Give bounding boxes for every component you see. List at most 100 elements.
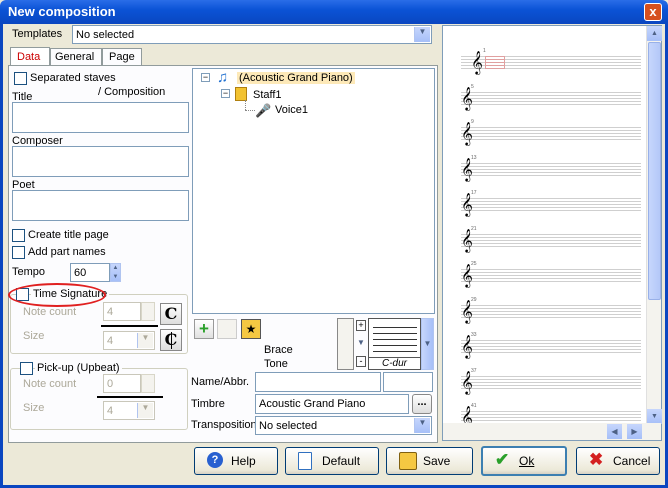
preview-system: 𝄞 5	[443, 84, 643, 114]
preview-system: 𝄞 37	[443, 368, 643, 398]
staff-line	[461, 207, 641, 208]
palette-icon[interactable]: ★	[241, 319, 261, 339]
measure-number: 21	[471, 225, 477, 232]
staff-line	[461, 304, 641, 306]
add-part-names-checkbox[interactable]	[12, 246, 25, 259]
tab-general[interactable]: General	[50, 48, 102, 65]
staff-line	[461, 378, 641, 380]
composer-field[interactable]	[12, 146, 189, 177]
expand-icon[interactable]: −	[221, 89, 230, 98]
note-count-spinner[interactable]	[141, 302, 155, 321]
staff-line	[373, 345, 417, 346]
staff-line	[461, 242, 641, 244]
note-count-field[interactable]: 4	[103, 302, 141, 321]
staff-line	[461, 313, 641, 315]
cancel-button[interactable]: ✖ Cancel	[576, 447, 660, 475]
tab-data[interactable]: Data	[10, 47, 50, 66]
tab-page[interactable]: Page	[102, 48, 142, 65]
staff-line	[461, 414, 641, 415]
scroll-left-icon[interactable]: ◀	[607, 424, 622, 439]
ok-button[interactable]: ✔ Ok	[481, 446, 567, 476]
staff-line	[373, 327, 417, 328]
size-select[interactable]: 4 ▼	[103, 331, 155, 350]
create-title-page-checkbox[interactable]	[12, 229, 25, 242]
key-chevron-icon[interactable]: ▼	[356, 338, 366, 350]
poet-field[interactable]	[12, 190, 189, 221]
staff-line	[461, 381, 641, 383]
preview-system: 𝄞 13	[443, 155, 643, 185]
expand-icon[interactable]: −	[201, 73, 210, 82]
preview-system: 𝄞 9	[443, 119, 643, 149]
chevron-down-icon[interactable]: ▼	[414, 27, 430, 42]
pickup-note-count-field[interactable]: 0	[103, 374, 141, 393]
preview-system: 𝄞 17	[443, 190, 643, 220]
tempo-field[interactable]: 60	[70, 263, 110, 282]
key-down-icon[interactable]: -	[356, 356, 366, 367]
staff-line	[461, 420, 641, 421]
tree-voice[interactable]: Voice1	[275, 104, 308, 116]
help-icon: ?	[207, 452, 223, 468]
help-button[interactable]: ? Help	[194, 447, 278, 475]
key-stepper[interactable]: + ▼ -	[356, 318, 366, 370]
preview-system: 𝄞 21	[443, 226, 643, 256]
tree-instrument[interactable]: (Acoustic Grand Piano)	[237, 72, 355, 84]
name-field[interactable]	[255, 372, 381, 392]
horizontal-scrollbar[interactable]: ◀ ▶	[443, 423, 661, 440]
timbre-field[interactable]: Acoustic Grand Piano	[255, 394, 409, 414]
measure-number: 9	[471, 119, 474, 125]
scroll-up-icon[interactable]: ▲	[647, 26, 662, 41]
vertical-scrollbar[interactable]: ▲ ▼	[646, 26, 662, 424]
staff-icon	[235, 87, 247, 101]
default-button[interactable]: Default	[285, 447, 379, 475]
scroll-thumb[interactable]	[648, 42, 661, 300]
preview-system: 𝄞 29	[443, 297, 643, 327]
staff-line	[461, 100, 641, 102]
pickup-note-count-spinner[interactable]	[141, 374, 155, 393]
blank-tool-button[interactable]	[217, 319, 237, 339]
abbreviation-field[interactable]	[383, 372, 433, 392]
size-label: Size	[23, 330, 45, 342]
chevron-down-icon[interactable]: ▼	[421, 318, 434, 370]
chevron-down-icon[interactable]: ▼	[137, 403, 153, 418]
separated-staves-checkbox[interactable]	[14, 72, 27, 85]
staff-line	[461, 97, 641, 99]
templates-select[interactable]: No selected ▼	[72, 25, 432, 44]
save-button[interactable]: Save	[386, 447, 473, 475]
staff-line	[461, 204, 641, 205]
measure-number: 41	[471, 403, 477, 409]
add-icon[interactable]: +	[194, 319, 214, 339]
composition-label: / Composition	[98, 86, 166, 98]
staff-line	[461, 275, 641, 276]
brace-selector[interactable]	[337, 318, 354, 370]
pickup-size-select[interactable]: 4 ▼	[103, 401, 155, 420]
staff-line	[461, 340, 641, 341]
scroll-right-icon[interactable]: ▶	[627, 424, 642, 439]
title-field[interactable]	[12, 102, 189, 133]
staff-line	[461, 239, 641, 241]
highlight-circle	[8, 283, 106, 307]
tree-staff[interactable]: Staff1	[253, 89, 282, 101]
measure-number: 13	[471, 154, 477, 161]
staff-line	[373, 333, 417, 334]
tempo-spinner[interactable]: ▲ ▼	[110, 263, 121, 282]
selected-measure	[485, 56, 505, 69]
close-button[interactable]: x	[644, 3, 662, 21]
score-tree[interactable]: − ♫ (Acoustic Grand Piano) − Staff1 🎤 Vo…	[192, 68, 435, 314]
title-bar: New composition	[0, 0, 668, 24]
pickup-checkbox[interactable]	[20, 362, 33, 375]
measure-number: 25	[471, 261, 477, 267]
measure-number: 29	[471, 296, 477, 303]
staff-line	[461, 269, 641, 270]
transposition-select[interactable]: No selected ▼	[255, 416, 432, 435]
common-time-button[interactable]: C	[160, 303, 182, 325]
chevron-down-icon[interactable]: ▼	[137, 333, 153, 348]
timbre-browse-button[interactable]: ...	[412, 394, 432, 414]
staff-line	[461, 162, 641, 164]
chevron-down-icon[interactable]: ▼	[414, 418, 430, 433]
scroll-down-icon[interactable]: ▼	[647, 409, 662, 424]
cut-time-button[interactable]: C	[160, 329, 182, 351]
key-signature-preview[interactable]: C-dur	[368, 318, 421, 370]
key-up-icon[interactable]: +	[356, 320, 366, 331]
staff-line	[461, 210, 641, 211]
staff-line	[373, 351, 417, 352]
